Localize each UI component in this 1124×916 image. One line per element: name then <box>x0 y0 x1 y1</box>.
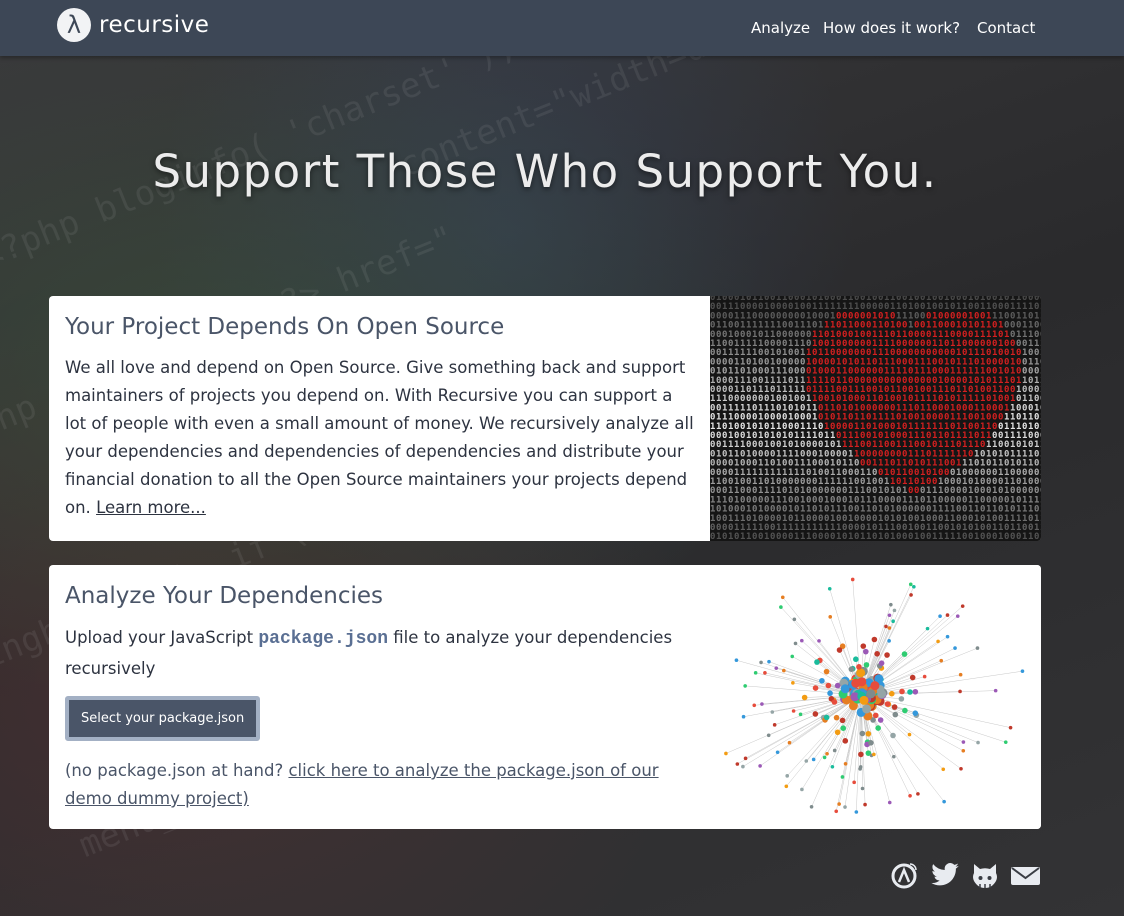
nav-contact[interactable]: Contact <box>977 19 1035 37</box>
svg-text:0: 0 <box>896 532 901 541</box>
svg-text:0: 0 <box>872 532 877 541</box>
svg-text:1: 1 <box>740 532 745 541</box>
svg-text:0: 0 <box>812 532 817 541</box>
svg-text:1: 1 <box>800 532 805 541</box>
svg-text:0: 0 <box>902 532 907 541</box>
svg-text:0: 0 <box>962 532 967 541</box>
svg-text:0: 0 <box>884 532 889 541</box>
svg-text:0: 0 <box>710 532 715 541</box>
svg-text:0: 0 <box>824 532 829 541</box>
svg-text:0: 0 <box>926 532 931 541</box>
svg-text:0: 0 <box>986 532 991 541</box>
open-collective-icon[interactable] <box>890 860 920 890</box>
select-package-json-button[interactable]: Select your package.json <box>65 696 261 741</box>
svg-text:1: 1 <box>866 532 871 541</box>
svg-text:1: 1 <box>860 532 865 541</box>
svg-text:0: 0 <box>842 532 847 541</box>
svg-text:1: 1 <box>794 532 799 541</box>
svg-text:0: 0 <box>908 532 913 541</box>
svg-text:1: 1 <box>848 532 853 541</box>
svg-text:0: 0 <box>1034 532 1039 541</box>
svg-text:0: 0 <box>1010 532 1015 541</box>
svg-text:0: 0 <box>770 532 775 541</box>
svg-text:1: 1 <box>974 532 979 541</box>
svg-text:0: 0 <box>818 532 823 541</box>
svg-text:0: 0 <box>776 532 781 541</box>
svg-text:1: 1 <box>746 532 751 541</box>
svg-text:1: 1 <box>716 532 721 541</box>
svg-text:0: 0 <box>980 532 985 541</box>
svg-text:1: 1 <box>1022 532 1027 541</box>
github-icon[interactable] <box>970 860 1000 890</box>
svg-text:0: 0 <box>752 532 757 541</box>
svg-text:0: 0 <box>1004 532 1009 541</box>
card-text: We all love and depend on Open Source. G… <box>65 354 695 522</box>
nav-analyze[interactable]: Analyze <box>751 19 810 37</box>
svg-text:1: 1 <box>836 532 841 541</box>
svg-text:1: 1 <box>1040 532 1041 541</box>
upload-text-before: Upload your JavaScript <box>65 628 254 647</box>
twitter-icon[interactable] <box>930 860 960 890</box>
package-json-code: package.json <box>258 629 388 649</box>
svg-text:0: 0 <box>1016 532 1021 541</box>
card-title: Your Project Depends On Open Source <box>65 314 505 340</box>
svg-text:1: 1 <box>728 532 733 541</box>
binary-heart-image: 0100010110011000101000110010011001001001… <box>710 296 1041 541</box>
svg-text:0: 0 <box>968 532 973 541</box>
dependency-graph-image <box>711 565 1041 829</box>
demo-prefix: (no package.json at hand? <box>65 761 284 780</box>
svg-text:0: 0 <box>854 532 859 541</box>
lambda-logo-icon: λ <box>57 8 91 42</box>
svg-text:0: 0 <box>758 532 763 541</box>
svg-text:1: 1 <box>932 532 937 541</box>
learn-more-link[interactable]: Learn more... <box>96 498 206 517</box>
brand-name: recursive <box>99 12 210 38</box>
svg-text:0: 0 <box>788 532 793 541</box>
svg-text:0: 0 <box>992 532 997 541</box>
mail-icon[interactable] <box>1010 860 1040 890</box>
svg-text:1: 1 <box>956 532 961 541</box>
svg-text:1: 1 <box>878 532 883 541</box>
svg-text:1: 1 <box>806 532 811 541</box>
svg-text:1: 1 <box>1028 532 1033 541</box>
card-text: Upload your JavaScript package.json file… <box>65 623 695 684</box>
analyze-card: Analyze Your Dependencies Upload your Ja… <box>49 565 1041 829</box>
svg-text:1: 1 <box>914 532 919 541</box>
svg-text:1: 1 <box>998 532 1003 541</box>
open-source-card: Your Project Depends On Open Source We a… <box>49 296 1041 541</box>
svg-text:1: 1 <box>890 532 895 541</box>
svg-text:1: 1 <box>938 532 943 541</box>
card-title: Analyze Your Dependencies <box>65 583 384 609</box>
demo-text: (no package.json at hand? click here to … <box>65 757 695 813</box>
card-description: We all love and depend on Open Source. G… <box>65 358 694 517</box>
svg-text:1: 1 <box>950 532 955 541</box>
svg-text:0: 0 <box>722 532 727 541</box>
svg-text:0: 0 <box>830 532 835 541</box>
svg-text:1: 1 <box>944 532 949 541</box>
brand[interactable]: λ recursive <box>57 8 209 42</box>
svg-text:0: 0 <box>734 532 739 541</box>
hero-title: Support Those Who Support You. <box>152 145 938 198</box>
svg-text:0: 0 <box>920 532 925 541</box>
nav-how-it-works[interactable]: How does it work? <box>823 19 960 37</box>
svg-text:0: 0 <box>782 532 787 541</box>
svg-text:1: 1 <box>764 532 769 541</box>
navbar: λ recursive Analyze How does it work? Co… <box>0 0 1124 56</box>
